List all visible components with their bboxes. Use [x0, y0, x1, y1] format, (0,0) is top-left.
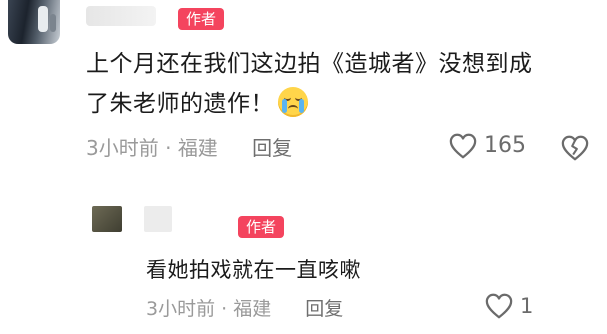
author-badge: 作者	[178, 8, 225, 30]
reply-name-blurred[interactable]	[144, 206, 172, 232]
heart-icon	[449, 133, 477, 159]
broken-heart-icon	[561, 135, 589, 161]
avatar-figure-2	[50, 14, 56, 32]
reply-reply-button[interactable]: 回复	[305, 298, 343, 320]
comment-text-line-2-text: 了朱老师的遗作！	[86, 91, 274, 117]
reply-like-count: 1	[520, 294, 534, 318]
reply-button[interactable]: 回复	[252, 136, 292, 160]
comment-meta: 3小时前 · 福建 回复	[86, 132, 292, 161]
reply-text: 看她拍戏就在一直咳嗽	[146, 258, 361, 282]
reply-avatar[interactable]	[92, 206, 122, 232]
reply-like-button[interactable]: 1	[484, 292, 533, 320]
reply-meta-separator: ·	[221, 298, 228, 320]
avatar-figure	[38, 6, 48, 32]
comment-text: 上个月还在我们这边拍《造城者》没想到成 了朱老师的遗作！	[86, 44, 596, 124]
commenter-name-blurred[interactable]	[86, 6, 156, 26]
crying-face-icon	[278, 87, 308, 117]
like-count: 165	[484, 133, 526, 158]
meta-separator: ·	[165, 136, 172, 160]
commenter-avatar[interactable]	[8, 0, 60, 44]
reply-author-badge: 作者	[238, 216, 285, 238]
dislike-button[interactable]	[560, 134, 590, 162]
heart-icon	[485, 293, 513, 319]
reply-meta: 3小时前 · 福建 回复	[146, 294, 343, 321]
comment-time: 3小时前	[86, 136, 159, 160]
comment-text-line-2: 了朱老师的遗作！	[86, 84, 596, 124]
reply-time: 3小时前	[146, 298, 216, 320]
like-button[interactable]: 165	[448, 132, 526, 160]
comment-location: 福建	[177, 136, 218, 160]
comment-text-line-1: 上个月还在我们这边拍《造城者》没想到成	[86, 51, 533, 77]
reply-location: 福建	[233, 298, 272, 320]
